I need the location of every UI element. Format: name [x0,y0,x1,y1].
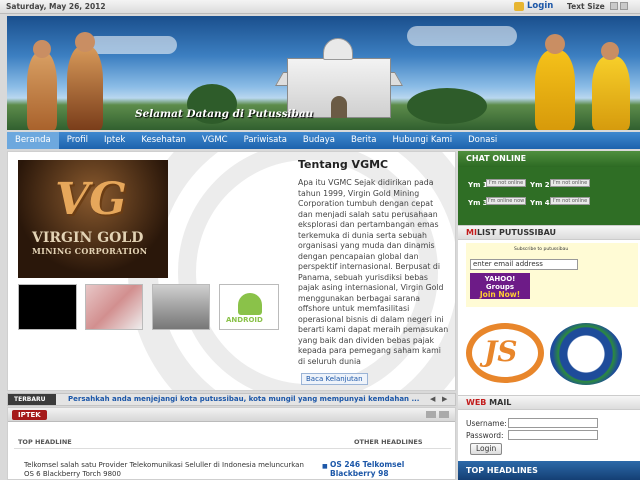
thumbnail-3[interactable] [152,284,210,330]
dancer-head [75,32,95,52]
thumbnail-2[interactable] [85,284,143,330]
header-banner: Selamat Datang di Putussibau [7,16,640,130]
article-body: Apa itu VGMC Sejak didirikan pada tahun … [298,178,449,366]
dancer-figure [592,56,630,130]
top-bar: Saturday, May 26, 2012 Login Text Size [0,0,640,14]
logo-name-line2: MINING CORPORATION [32,246,148,256]
top-news-text[interactable]: Telkomsel salah satu Provider Telekomuni… [24,461,304,479]
key-icon [514,1,524,11]
dancer-figure [27,52,57,130]
android-label: ANDROID [226,316,263,324]
article-title: Tentang VGMC [298,158,389,171]
ym4-status-button[interactable]: I'm not online [550,197,590,205]
vgmc-logo-image[interactable]: VG VIRGIN GOLD MINING CORPORATION [18,160,168,278]
ticker-prev-icon[interactable]: ◀ [430,396,438,403]
dancer-figure [67,46,103,130]
ticker-text[interactable]: Persahkah anda menjejangi kota putussiba… [68,395,423,403]
section-label: IPTEK [12,410,47,420]
email-input[interactable]: enter email address [470,259,578,270]
nav-item-kesehatan[interactable]: Kesehatan [133,132,194,149]
iptek-section: IPTEK TOP HEADLINE OTHER HEADLINES Telko… [7,407,456,480]
login-label: Login [527,1,554,11]
ym2-status-button[interactable]: I'm not online [550,179,590,187]
ticker-tag: TERBARU [8,394,56,405]
text-size-label: Text Size [567,2,605,11]
android-icon [238,293,262,315]
js-logo-text: JS [484,335,518,368]
vg-logo-mark: VG [55,174,127,225]
thumbnail-4[interactable]: ANDROID [219,284,279,330]
ticker-next-icon[interactable]: ▶ [442,396,450,403]
dancer-head [545,34,565,54]
thumbnail-1[interactable] [18,284,77,330]
top-headline-label: TOP HEADLINE [18,438,72,446]
nav-item-budaya[interactable]: Budaya [295,132,343,149]
ym1-status-button[interactable]: I'm not online [486,179,526,187]
section-bar: IPTEK [8,408,455,422]
nav-item-pariwisata[interactable]: Pariwisata [236,132,295,149]
ym1-label: Ym 1 [468,181,488,189]
section-options-icon[interactable] [439,411,449,418]
username-input[interactable] [508,418,598,428]
username-label: Username: [466,419,507,428]
text-size-increase-button[interactable] [620,2,628,10]
yahoo-groups-button[interactable]: YAHOO! Groups Join Now! [470,273,530,299]
chat-online-title: CHAT ONLINE [458,151,640,167]
nav-item-berita[interactable]: Berita [343,132,384,149]
subscribe-label: Subscribe to putussibau [514,247,569,252]
dancer-head [33,40,51,58]
welcome-text: Selamat Datang di Putussibau [135,108,314,120]
ym2-label: Ym 2 [530,181,550,189]
tree [407,88,487,124]
nav-item-beranda[interactable]: Beranda [7,132,59,149]
nav-item-donasi[interactable]: Donasi [460,132,505,149]
ym3-status-button[interactable]: I'm online now [486,197,526,205]
organization-emblem[interactable] [550,323,622,385]
nav-item-iptek[interactable]: Iptek [96,132,133,149]
feature-panel: VG VIRGIN GOLD MINING CORPORATION ANDROI… [7,151,456,391]
password-label: Password: [466,431,504,440]
nav-item-vgmc[interactable]: VGMC [194,132,236,149]
other-headlines-label: OTHER HEADLINES [354,438,423,446]
nav-item-profil[interactable]: Profil [59,132,96,149]
password-input[interactable] [508,430,598,440]
milist-box: Subscribe to putussibau enter email addr… [466,243,638,307]
news-ticker: TERBARU Persahkah anda menjejangi kota p… [7,393,456,406]
js-logo[interactable]: JS [466,323,544,383]
milist-title: MILIST PUTUSSIBAU [458,225,640,240]
ym3-label: Ym 3 [468,199,488,207]
bullet-icon: ■ [322,463,328,470]
cloud [87,36,177,54]
ym4-label: Ym 4 [530,199,550,207]
nav-item-hubungi-kami[interactable]: Hubungi Kami [384,132,460,149]
text-size-decrease-button[interactable] [610,2,618,10]
divider [14,448,451,449]
current-date: Saturday, May 26, 2012 [6,2,106,11]
right-sidebar: CHAT ONLINE Ym 1 I'm not online Ym 2 I'm… [458,151,640,480]
section-minimize-icon[interactable] [426,411,436,418]
logo-name-line1: VIRGIN GOLD [32,230,144,246]
webmail-title: WEB MAIL [458,395,640,410]
chat-online-panel: Ym 1 I'm not online Ym 2 I'm not online … [458,167,640,225]
read-more-button[interactable]: Baca Kelanjutan [301,373,368,385]
dancer-figure [535,50,575,130]
top-headlines-title: TOP HEADLINES [458,461,640,480]
dancer-head [601,42,619,60]
cloud [407,26,517,46]
webmail-login-button[interactable]: Login [470,443,503,455]
main-nav: Beranda Profil Iptek Kesehatan VGMC Pariwisat… [7,132,640,149]
other-news-link[interactable]: OS 246 Telkomsel Blackberry 98 [330,460,440,478]
login-link[interactable]: Login [514,1,553,11]
